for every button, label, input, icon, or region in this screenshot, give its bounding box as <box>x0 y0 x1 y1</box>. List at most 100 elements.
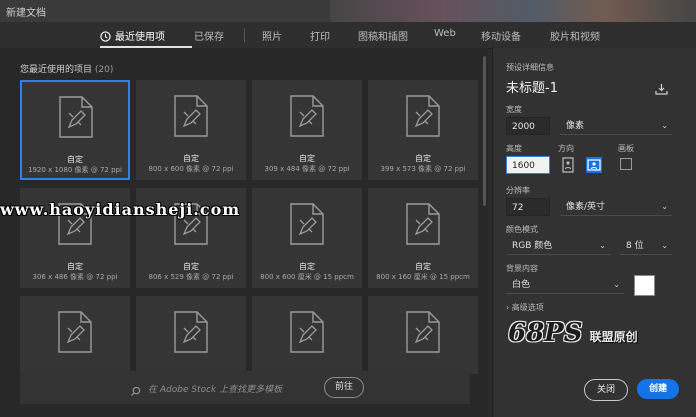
preset-name: 自定 <box>415 154 431 163</box>
background-value: 白色 <box>512 280 531 290</box>
scrollbar[interactable] <box>483 56 486 206</box>
tab-mobile[interactable]: 移动设备 <box>481 28 521 43</box>
resolution-label: 分辨率 <box>506 186 530 195</box>
document-icon <box>174 95 208 137</box>
background-color-swatch[interactable] <box>634 275 655 296</box>
landscape-orientation-icon[interactable] <box>586 157 602 173</box>
preset-card[interactable] <box>20 296 130 374</box>
preset-card[interactable]: 自定 800 x 600 像素 @ 72 ppi <box>136 80 246 180</box>
preset-size: 399 x 573 像素 @ 72 ppi <box>380 165 466 173</box>
preset-size: 1920 x 1080 像素 @ 72 ppi <box>28 166 122 174</box>
preset-card[interactable] <box>368 296 478 374</box>
preset-name: 自定 <box>299 154 315 163</box>
bit-depth-select[interactable]: 8 位 ⌄ <box>620 237 672 255</box>
preset-size: 800 x 600 厘米 @ 15 ppcm <box>260 273 354 281</box>
chevron-down-icon: ⌄ <box>661 121 668 130</box>
document-icon <box>290 311 324 353</box>
document-icon <box>59 96 93 138</box>
preset-card[interactable]: 自定 1920 x 1080 像素 @ 72 ppi <box>20 80 130 180</box>
document-icon <box>290 95 324 137</box>
document-icon <box>290 203 324 245</box>
tab-art-illustration[interactable]: 图稿和插图 <box>358 28 408 43</box>
bit-depth-value: 8 位 <box>626 241 644 251</box>
resolution-unit-value: 像素/英寸 <box>566 202 606 212</box>
document-icon <box>406 311 440 353</box>
advanced-options-label: 高级选项 <box>511 303 544 312</box>
search-input[interactable]: 在 Adobe Stock 上查找更多模板 <box>148 382 282 395</box>
close-button[interactable]: 关闭 <box>584 379 628 401</box>
preset-card[interactable] <box>136 296 246 374</box>
chevron-down-icon: ⌄ <box>599 241 606 250</box>
background-strip <box>330 0 696 22</box>
height-input[interactable]: 1600 <box>506 156 550 174</box>
tab-divider <box>244 28 245 42</box>
preset-name: 自定 <box>299 262 315 271</box>
tab-film-video[interactable]: 胶片和视频 <box>550 28 600 43</box>
site-logo: 68PS 联盟原创 <box>508 318 638 348</box>
category-tabs: 最近使用项 已保存 照片 打印 图稿和插图 Web 移动设备 胶片和视频 <box>0 22 696 49</box>
recent-title: 您最近使用的项目 <box>20 65 93 75</box>
tab-photo[interactable]: 照片 <box>262 28 282 43</box>
chevron-down-icon: ⌄ <box>613 280 620 289</box>
preset-size: 800 x 600 像素 @ 72 ppi <box>148 165 234 173</box>
preset-size: 800 x 160 厘米 @ 15 ppcm <box>376 273 470 281</box>
width-label: 宽度 <box>506 105 522 114</box>
recent-count: (20) <box>94 65 114 75</box>
resolution-input[interactable]: 72 <box>506 198 550 216</box>
logo-caption: 联盟原创 <box>589 330 638 344</box>
preset-card[interactable]: 自定 399 x 573 像素 @ 72 ppi <box>368 80 478 180</box>
orientation-label: 方向 <box>558 144 574 153</box>
preset-size: 806 x 529 像素 @ 72 ppi <box>148 273 234 281</box>
preset-card[interactable]: 自定 800 x 600 厘米 @ 15 ppcm <box>252 188 362 288</box>
search-icon <box>130 382 141 401</box>
save-preset-icon[interactable] <box>655 80 668 99</box>
document-icon <box>174 311 208 353</box>
preset-name: 自定 <box>415 262 431 271</box>
tab-recent[interactable]: 最近使用项 <box>100 28 165 45</box>
recent-header: 您最近使用的项目 (20) <box>20 62 113 75</box>
chevron-right-icon: › <box>506 303 510 312</box>
preset-size: 306 x 486 像素 @ 72 ppi <box>32 273 118 281</box>
portrait-orientation-icon[interactable] <box>560 157 576 173</box>
chevron-down-icon: ⌄ <box>661 202 668 211</box>
tab-print[interactable]: 打印 <box>310 28 330 43</box>
watermark-text: www.haoyidiansheji.com <box>0 200 241 219</box>
preset-card[interactable] <box>252 296 362 374</box>
title-bar: 新建文档 <box>0 0 696 23</box>
width-input[interactable]: 2000 <box>506 117 550 135</box>
color-mode-value: RGB 颜色 <box>512 241 553 251</box>
preset-name: 自定 <box>183 154 199 163</box>
preset-size: 309 x 484 像素 @ 72 ppi <box>264 165 350 173</box>
width-unit-value: 像素 <box>566 121 585 131</box>
color-mode-select[interactable]: RGB 颜色 ⌄ <box>506 237 610 255</box>
document-icon <box>58 311 92 353</box>
document-icon <box>406 203 440 245</box>
resolution-unit-select[interactable]: 像素/英寸 ⌄ <box>560 198 672 216</box>
stock-search-bar: 在 Adobe Stock 上查找更多模板 前往 <box>20 371 470 404</box>
advanced-options-toggle[interactable]: › 高级选项 <box>506 302 544 313</box>
color-mode-label: 颜色模式 <box>506 225 538 234</box>
artboard-label: 画板 <box>618 144 634 153</box>
background-label: 背景内容 <box>506 264 538 273</box>
document-icon <box>406 95 440 137</box>
create-button[interactable]: 创建 <box>637 379 679 399</box>
window-title: 新建文档 <box>6 8 46 19</box>
background-select[interactable]: 白色 ⌄ <box>506 276 624 294</box>
preset-name: 自定 <box>67 155 83 164</box>
document-title[interactable]: 未标题-1 <box>506 77 558 96</box>
tab-recent-label: 最近使用项 <box>115 32 165 43</box>
artboard-checkbox[interactable] <box>620 158 632 170</box>
chevron-down-icon: ⌄ <box>661 241 668 250</box>
preset-card[interactable]: 自定 309 x 484 像素 @ 72 ppi <box>252 80 362 180</box>
clock-icon <box>100 31 111 45</box>
preset-card[interactable]: 自定 800 x 160 厘米 @ 15 ppcm <box>368 188 478 288</box>
tab-saved[interactable]: 已保存 <box>194 28 224 43</box>
logo-mark: 68PS <box>508 318 583 348</box>
preset-name: 自定 <box>183 262 199 271</box>
tab-web[interactable]: Web <box>434 28 456 39</box>
details-header: 预设详细信息 <box>506 63 554 72</box>
width-unit-select[interactable]: 像素 ⌄ <box>560 117 672 135</box>
go-button[interactable]: 前往 <box>324 377 364 398</box>
preset-name: 自定 <box>67 262 83 271</box>
height-label: 高度 <box>506 144 522 153</box>
